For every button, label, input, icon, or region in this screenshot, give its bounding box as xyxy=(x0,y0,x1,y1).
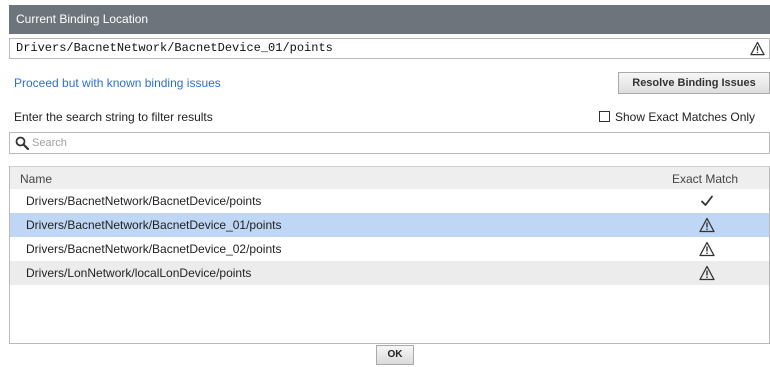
binding-location-field[interactable]: Drivers/BacnetNetwork/BacnetDevice_01/po… xyxy=(9,38,770,59)
proceed-link[interactable]: Proceed but with known binding issues xyxy=(14,76,221,90)
exact-matches-label: Show Exact Matches Only xyxy=(615,110,756,124)
table-row[interactable]: Drivers/BacnetNetwork/BacnetDevice_02/po… xyxy=(10,237,769,261)
column-header-exact-match[interactable]: Exact Match xyxy=(660,172,750,186)
column-header-name[interactable]: Name xyxy=(20,172,52,186)
table-header: Name Exact Match xyxy=(10,166,769,189)
row-name: Drivers/BacnetNetwork/BacnetDevice_02/po… xyxy=(26,242,282,256)
row-name: Drivers/BacnetNetwork/BacnetDevice_01/po… xyxy=(26,218,282,232)
warning-icon xyxy=(750,41,765,56)
table-row[interactable]: Drivers/LonNetwork/localLonDevice/points xyxy=(10,261,769,285)
resolve-binding-issues-button[interactable]: Resolve Binding Issues xyxy=(618,72,770,94)
row-name: Drivers/BacnetNetwork/BacnetDevice/point… xyxy=(26,194,262,208)
ok-button[interactable]: OK xyxy=(376,345,414,365)
filter-label: Enter the search string to filter result… xyxy=(14,110,213,124)
exact-matches-toggle[interactable]: Show Exact Matches Only xyxy=(599,110,770,126)
exact-matches-checkbox[interactable] xyxy=(599,111,610,122)
table-row[interactable]: Drivers/BacnetNetwork/BacnetDevice/point… xyxy=(10,189,769,213)
left-edge xyxy=(0,0,9,367)
dialog-title: Current Binding Location xyxy=(9,5,770,34)
warning-icon xyxy=(699,265,715,281)
binding-dialog: Current Binding Location Drivers/BacnetN… xyxy=(9,0,770,367)
binding-location-value: Drivers/BacnetNetwork/BacnetDevice_01/po… xyxy=(16,41,333,55)
checkmark-icon xyxy=(701,195,713,206)
search-input[interactable] xyxy=(32,134,762,152)
results-table: Name Exact Match Drivers/BacnetNetwork/B… xyxy=(9,166,770,344)
table-row-selected[interactable]: Drivers/BacnetNetwork/BacnetDevice_01/po… xyxy=(10,213,769,237)
search-box xyxy=(9,132,770,154)
warning-icon xyxy=(699,217,715,233)
search-icon xyxy=(15,136,29,150)
row-name: Drivers/LonNetwork/localLonDevice/points xyxy=(26,266,252,280)
warning-icon xyxy=(699,241,715,257)
